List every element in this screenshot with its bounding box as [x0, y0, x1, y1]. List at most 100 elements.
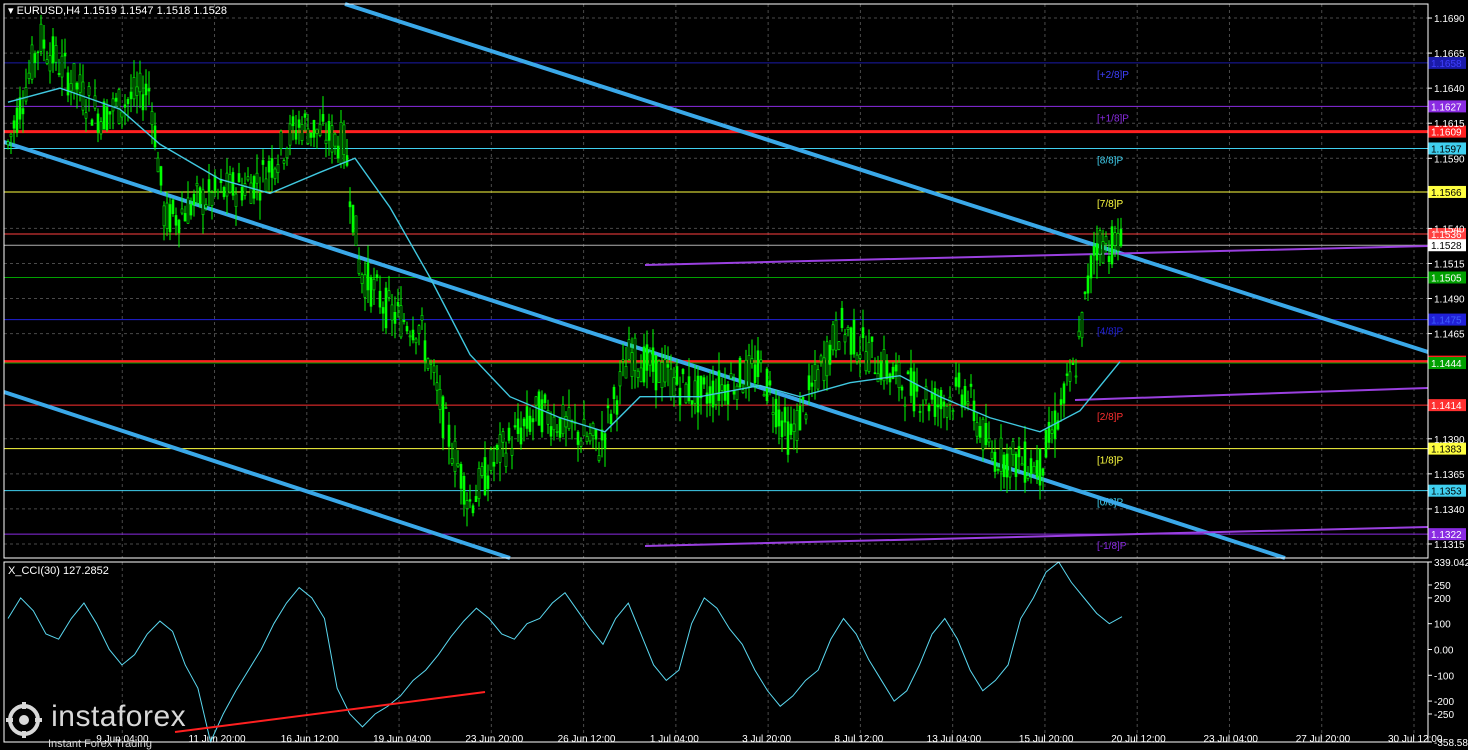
candle-body — [492, 461, 496, 467]
candle-body — [159, 166, 163, 186]
candle-body — [522, 418, 526, 427]
candle-body — [240, 186, 244, 201]
candle-body — [69, 83, 73, 92]
candle-body — [777, 409, 781, 427]
candle-body — [423, 340, 427, 362]
candle-body — [411, 329, 415, 341]
price-tick-label: 1.1390 — [1434, 435, 1465, 446]
candle-body — [1062, 383, 1066, 404]
candle-body — [657, 361, 661, 384]
candle-body — [117, 89, 121, 124]
candle-body — [384, 287, 388, 329]
time-tick-label: 16 Jun 12:00 — [281, 734, 339, 745]
candle-body — [768, 380, 772, 386]
candle-body — [453, 440, 457, 472]
candle-body — [474, 496, 478, 503]
cci-tick-label: 339.0424 — [1434, 558, 1468, 569]
candle-body — [624, 366, 628, 379]
candle-body — [870, 336, 874, 342]
candle-body — [45, 59, 49, 64]
candle-body — [639, 367, 643, 383]
time-tick-label: 1 Jul 04:00 — [650, 734, 699, 745]
price-chart[interactable]: [+2/8]P1.1658[+1/8]P1.16271.1609[8/8]P1.… — [0, 0, 1468, 750]
level-price-tag-text: 1.1505 — [1431, 273, 1462, 284]
candle-body — [126, 99, 130, 105]
candle-body — [291, 116, 295, 127]
candle-body — [549, 426, 553, 437]
candle-body — [9, 133, 13, 138]
moving-average — [7, 87, 1121, 433]
candle-body — [471, 505, 475, 514]
candle-body — [579, 440, 583, 447]
candle-body — [876, 373, 880, 383]
candle-body — [894, 364, 898, 372]
candle-body — [420, 315, 424, 321]
candle-body — [237, 173, 241, 183]
candle-body — [1035, 460, 1039, 478]
trend-channels — [3, 2, 1429, 560]
candle-body — [324, 139, 328, 145]
candle-body — [318, 123, 322, 136]
candle-body — [957, 372, 961, 388]
candle-body — [120, 111, 124, 118]
candle-body — [84, 112, 88, 119]
candle-body — [72, 63, 76, 93]
candle-body — [258, 193, 262, 201]
candle-body — [132, 77, 136, 100]
candle-body — [150, 111, 154, 126]
candle-body — [288, 123, 292, 146]
candle-body — [507, 427, 511, 441]
candle-body — [261, 160, 265, 165]
candle-body — [1002, 454, 1006, 478]
candle-body — [744, 359, 748, 389]
candle-body — [807, 375, 811, 391]
candle-body — [339, 121, 343, 164]
candle-body — [702, 377, 706, 385]
time-tick-label: 13 Jul 04:00 — [927, 734, 982, 745]
candle-body — [636, 370, 640, 378]
candle-body — [633, 337, 637, 372]
level-label: [7/8]P — [1097, 199, 1123, 210]
candle-body — [1095, 243, 1099, 261]
candle-body — [1032, 466, 1036, 474]
candle-body — [297, 119, 301, 128]
candle-body — [945, 405, 949, 418]
candle-body — [642, 346, 646, 383]
candle-body — [396, 301, 400, 307]
candle-body — [54, 45, 58, 63]
candle-body — [981, 418, 985, 451]
candle-body — [1068, 371, 1072, 382]
candle-body — [1026, 475, 1030, 479]
candle-body — [75, 82, 79, 90]
candle-body — [354, 215, 358, 246]
candle-body — [648, 351, 652, 366]
candle-body — [336, 145, 340, 159]
candle-body — [480, 466, 484, 476]
candle-body — [585, 436, 589, 442]
candle-body — [627, 339, 631, 360]
price-tick-label: 1.1515 — [1434, 259, 1465, 270]
candle-body — [654, 355, 658, 391]
candle-body — [1083, 291, 1087, 295]
candle-body — [309, 132, 313, 138]
candle-body — [1011, 441, 1015, 455]
candle-body — [303, 113, 307, 118]
price-tick-label: 1.1490 — [1434, 295, 1465, 306]
candle-body — [387, 290, 391, 298]
watermark-brand: instaforex — [51, 700, 187, 733]
candle-body — [999, 437, 1003, 472]
cci-tick-label: -358.585 — [1434, 738, 1468, 749]
candle-body — [645, 344, 649, 371]
time-axis[interactable]: 9 Jun 04:00 11 Jun 20:00 16 Jun 12:00 19 Ju… — [96, 734, 1443, 745]
candle-body — [1008, 448, 1012, 478]
candle-body — [1116, 233, 1120, 252]
candle-body — [201, 189, 205, 216]
candle-body — [1023, 441, 1027, 483]
candle-body — [177, 219, 181, 234]
price-tick-label: 1.1365 — [1434, 470, 1465, 481]
candle-body — [918, 411, 922, 413]
candle-body — [528, 415, 532, 432]
candle-body — [366, 262, 370, 291]
candle-body — [321, 114, 325, 122]
candle-body — [534, 396, 538, 406]
